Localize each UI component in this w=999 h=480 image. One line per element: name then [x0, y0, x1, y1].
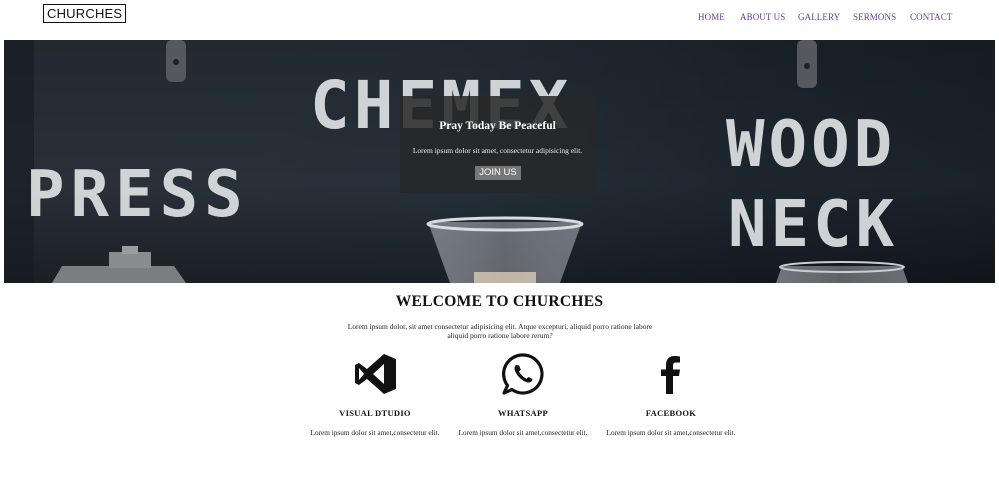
- feature-title: FACEBOOK: [645, 408, 697, 418]
- site-header: CHURCHES HOME ABOUT US GALLERY SERMONS C…: [0, 0, 999, 40]
- welcome-text: Lorem ipsum dolor, sit amet consectetur …: [347, 322, 653, 340]
- feature-text: Lorem ipsum dolor sit amet,consectetur e…: [606, 428, 736, 437]
- wall-text-neck: NECK: [728, 188, 898, 262]
- site-logo[interactable]: CHURCHES: [43, 4, 127, 23]
- wall-hook-left: [166, 40, 186, 82]
- nav-gallery[interactable]: GALLERY: [798, 12, 840, 22]
- wall-text-press: PRESS: [26, 158, 249, 232]
- wall-text-wood: WOOD: [726, 108, 896, 182]
- visual-studio-icon[interactable]: [353, 352, 397, 396]
- nav-contact[interactable]: CONTACT: [910, 12, 952, 22]
- nav-home[interactable]: HOME: [698, 12, 725, 22]
- feature-title: VISUAL DTUDIO: [339, 408, 411, 418]
- nav-about-us[interactable]: ABOUT US: [740, 12, 785, 22]
- nav-sermons[interactable]: SERMONS: [853, 12, 896, 22]
- feature-text: Lorem ipsum dolor sit amet,consectetur e…: [310, 428, 440, 437]
- feature-text: Lorem ipsum dolor sit amet,consectetur e…: [458, 428, 588, 437]
- chemex-glass: [426, 216, 584, 283]
- hero-banner: CHEMEX PRESS WOOD NECK Pray Today Be Pea…: [4, 40, 995, 283]
- hero-card: Pray Today Be Peaceful Lorem ipsum dolor…: [400, 96, 595, 193]
- hero-text: Lorem ipsum dolor sit amet, consectetur …: [412, 146, 583, 155]
- welcome-title: WELCOME TO CHURCHES: [395, 293, 604, 310]
- feature-title: WHATSAPP: [498, 408, 548, 418]
- hero-title: Pray Today Be Peaceful: [439, 120, 556, 132]
- whatsapp-icon[interactable]: [501, 352, 545, 396]
- wall-hook-right: [797, 40, 817, 88]
- join-us-button[interactable]: JOIN US: [475, 166, 521, 180]
- facebook-icon[interactable]: [649, 352, 693, 396]
